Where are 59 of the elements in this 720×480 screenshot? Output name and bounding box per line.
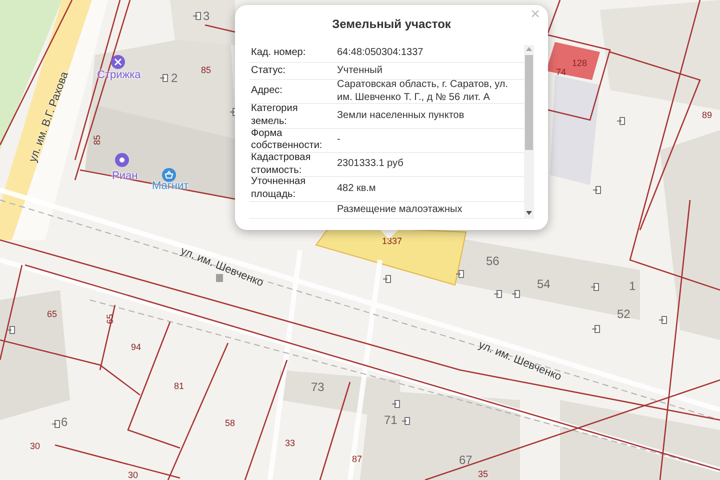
house-number: 56 [486,255,500,267]
parcel-number: 30 [30,442,40,451]
field-value: Размещение малоэтажных [333,202,524,219]
house-number: 52 [617,308,630,320]
parcel-number: 65 [106,314,115,324]
entrance-icon [593,186,601,194]
scissors-icon[interactable] [111,55,125,69]
parcel-number: 81 [174,382,184,391]
entrance-icon [617,117,625,125]
entrance-icon [456,270,464,278]
house-number: 1 [629,280,636,292]
field-value: Учтенный [333,62,524,80]
field-value: 64:48:050304:1337 [333,45,524,62]
parcel-number: 30 [128,471,138,480]
scrollbar-thumb[interactable] [525,55,533,150]
entrance-icon [392,400,400,408]
basket-icon[interactable] [162,168,176,182]
house-number: 73 [311,381,324,393]
entrance-icon [7,326,15,334]
field-label: Категория земель: [249,104,333,129]
field-label: Адрес: [249,80,333,104]
parcel-number: 33 [285,439,296,448]
parcel-number: 35 [478,470,488,479]
field-label: Уточненная площадь: [249,177,333,202]
entrance-icon [512,290,520,298]
parcel-number: 94 [131,343,142,352]
parcel-number: 58 [225,419,236,428]
house-number: 71 [384,414,398,426]
scrollbar[interactable] [524,45,534,219]
parcel-number: 85 [93,134,102,145]
field-label: Форма собственности: [249,128,333,153]
popup-title: Земельный участок [331,17,452,31]
entrance-icon [494,290,502,298]
house-number: 67 [459,454,472,466]
close-button[interactable]: × [528,6,542,24]
house-number: 54 [537,278,550,290]
house-number: 2 [171,72,178,84]
ring-icon[interactable] [115,153,129,167]
entrance-icon [402,417,410,425]
parcel-number: 87 [352,455,362,464]
field-label: Кад. номер: [249,45,333,62]
field-label: Статус: [249,62,333,80]
entrance-icon [659,316,667,324]
entrance-icon [591,283,599,291]
house-number: 3 [203,10,210,22]
parcel-number: 65 [47,310,58,319]
entrance-icon [592,325,600,333]
entrance-icon [193,12,201,20]
parcel-number: 89 [702,111,712,120]
house-number: 6 [61,416,68,428]
parcel-number: 1337 [382,237,402,246]
field-label: Кадастровая стоимость: [249,152,333,178]
scroll-up-icon[interactable] [526,47,532,51]
parcel-number: 128 [572,59,588,68]
entrance-icon [383,275,391,283]
entrance-icon [160,74,168,82]
entrance-icon [52,420,60,428]
scroll-down-icon[interactable] [526,211,532,215]
parcel-number: 85 [201,66,212,75]
